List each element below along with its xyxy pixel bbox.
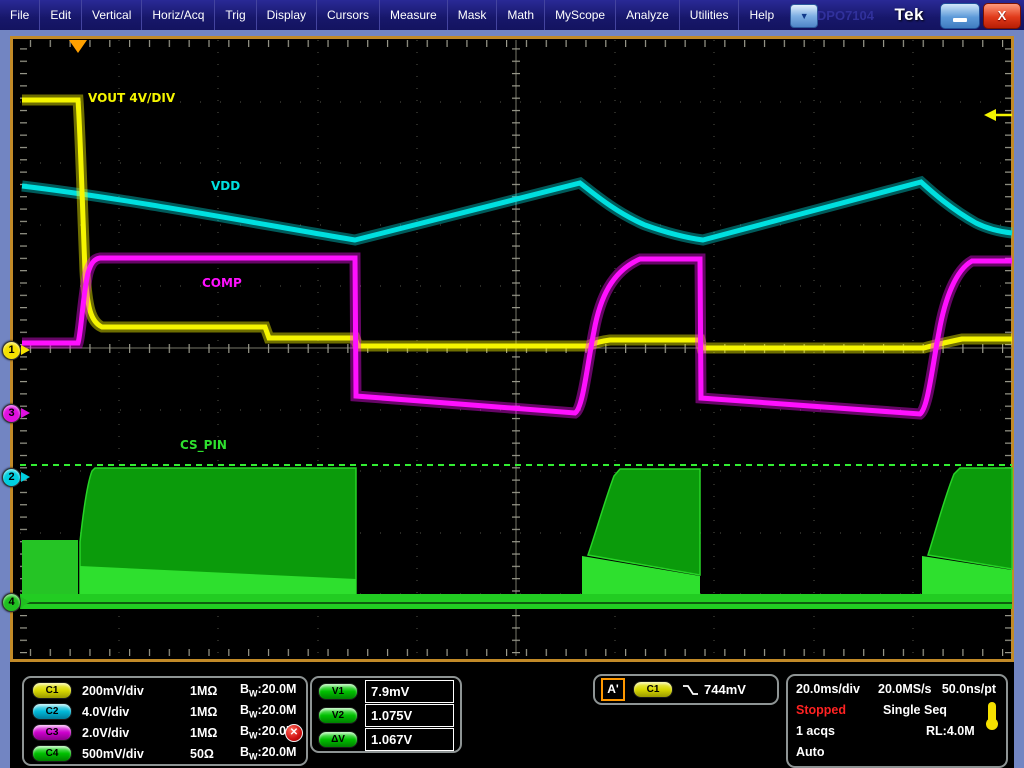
trigger-level: 744mV [704, 682, 746, 697]
status-bar: C1 200mV/div 1MΩ BW:20.0M C2 4.0V/div 1M… [10, 662, 1014, 768]
record-length: RL:4.0M [926, 724, 975, 738]
c4-scale: 500mV/div [82, 747, 190, 761]
channel-row-c1[interactable]: C1 200mV/div 1MΩ BW:20.0M [24, 680, 306, 701]
tek-logo: Tek [894, 5, 924, 25]
c1-badge[interactable]: C1 [32, 682, 72, 699]
channel-row-c4[interactable]: C4 500mV/div 50Ω BW:20.0M [24, 743, 306, 764]
dv-value: 1.067V [365, 728, 454, 751]
cursor-v1-row: V1 7.9mV [318, 680, 454, 703]
menu-utilities[interactable]: Utilities [680, 0, 740, 30]
c2-impedance: 1MΩ [190, 705, 240, 719]
trigger-panel[interactable]: A' C1 744mV [593, 674, 779, 705]
cursor-v2-row: V2 1.075V [318, 704, 454, 727]
menu-overflow-button[interactable]: ▼ [790, 4, 818, 28]
v2-badge[interactable]: V2 [318, 707, 358, 724]
label-comp: COMP [202, 276, 242, 290]
ch4-arrow-icon [21, 597, 30, 607]
close-button[interactable]: X [983, 3, 1021, 29]
v1-value: 7.9mV [365, 680, 454, 703]
c2-badge[interactable]: C2 [32, 703, 72, 720]
cursor-dv-row: ΔV 1.067V [318, 728, 454, 751]
menu-edit[interactable]: Edit [40, 0, 82, 30]
label-cs-pin: CS_PIN [180, 438, 227, 452]
ch2-arrow-icon [21, 472, 30, 482]
trigger-a-badge: A' [601, 678, 625, 701]
waveform-display[interactable] [10, 36, 1014, 662]
acq-sequence: Single Seq [883, 703, 947, 717]
c4-badge[interactable]: C4 [32, 745, 72, 762]
menu-horiz-acq[interactable]: Horiz/Acq [142, 0, 215, 30]
c4-impedance: 50Ω [190, 747, 240, 761]
channel-settings-panel[interactable]: C1 200mV/div 1MΩ BW:20.0M C2 4.0V/div 1M… [22, 676, 308, 766]
graticule-canvas[interactable] [10, 36, 1014, 662]
menu-trig[interactable]: Trig [215, 0, 256, 30]
channel-error-icon[interactable]: ✕ [285, 724, 303, 742]
acquisition-panel[interactable]: 20.0ms/div 20.0MS/s 50.0ns/pt Stopped Si… [786, 674, 1008, 768]
minimize-button[interactable] [940, 3, 980, 29]
menu-analyze[interactable]: Analyze [616, 0, 680, 30]
label-vout: VOUT 4V/DIV [88, 91, 175, 105]
temperature-icon [988, 702, 996, 722]
chevron-down-icon: ▼ [800, 11, 809, 21]
channel-row-c2[interactable]: C2 4.0V/div 1MΩ BW:20.0M [24, 701, 306, 722]
label-vdd: VDD [211, 179, 240, 193]
menu-file[interactable]: File [0, 0, 40, 30]
dv-badge[interactable]: ΔV [318, 731, 358, 748]
menu-help[interactable]: Help [739, 0, 784, 30]
cursor-readout-panel[interactable]: V1 7.9mV V2 1.075V ΔV 1.067V [310, 676, 462, 753]
ch1-arrow-icon [21, 345, 30, 355]
c3-impedance: 1MΩ [190, 726, 240, 740]
sample-rate: 20.0MS/s [878, 682, 932, 696]
timebase: 20.0ms/div [796, 682, 860, 696]
channel-row-c3[interactable]: C3 2.0V/div 1MΩ BW:20.0M [24, 722, 306, 743]
acq-count: 1 acqs [796, 724, 835, 738]
c4-bandwidth: BW:20.0M [240, 745, 296, 762]
ch2-reference-marker[interactable]: 2 [2, 468, 21, 487]
model-label: DPO7104 [817, 8, 874, 23]
minimize-icon [953, 18, 967, 22]
c1-bandwidth: BW:20.0M [240, 682, 296, 699]
v1-badge[interactable]: V1 [318, 683, 358, 700]
trigger-mode: Auto [796, 745, 824, 759]
ch3-reference-marker[interactable]: 3 [2, 404, 21, 423]
c3-scale: 2.0V/div [82, 726, 190, 740]
menu-mask[interactable]: Mask [448, 0, 498, 30]
c2-scale: 4.0V/div [82, 705, 190, 719]
resolution: 50.0ns/pt [942, 682, 996, 696]
menu-measure[interactable]: Measure [380, 0, 448, 30]
trigger-source-badge[interactable]: C1 [633, 681, 673, 698]
menu-vertical[interactable]: Vertical [82, 0, 142, 30]
ch4-reference-marker[interactable]: 4 [2, 593, 21, 612]
c1-scale: 200mV/div [82, 684, 190, 698]
menu-myscope[interactable]: MyScope [545, 0, 616, 30]
title-bar: File Edit Vertical Horiz/Acq Trig Displa… [0, 0, 1024, 30]
ch1-reference-marker[interactable]: 1 [2, 341, 21, 360]
acq-status: Stopped [796, 703, 846, 717]
falling-edge-icon [681, 683, 699, 697]
menu-display[interactable]: Display [257, 0, 317, 30]
menu-math[interactable]: Math [497, 0, 545, 30]
c2-bandwidth: BW:20.0M [240, 703, 296, 720]
menu-cursors[interactable]: Cursors [317, 0, 380, 30]
c1-impedance: 1MΩ [190, 684, 240, 698]
ch3-arrow-icon [21, 408, 30, 418]
v2-value: 1.075V [365, 704, 454, 727]
c3-badge[interactable]: C3 [32, 724, 72, 741]
